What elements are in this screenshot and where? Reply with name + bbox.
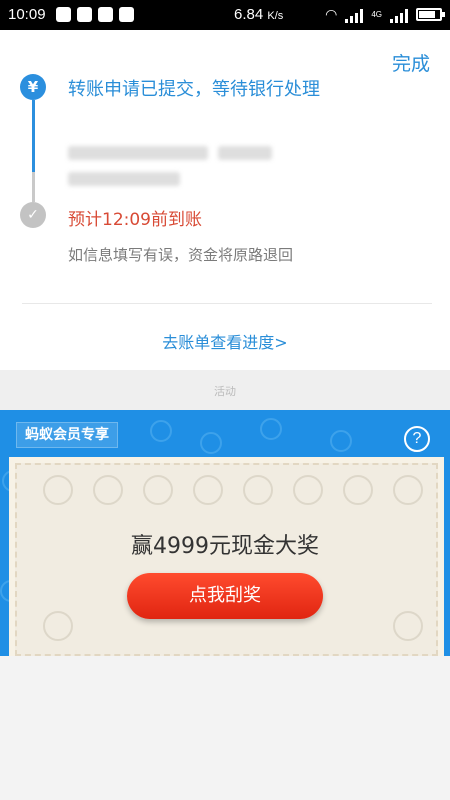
battery-icon: [416, 8, 445, 21]
status-bar: 10:09 6.84 K/s ◠ 4G: [0, 0, 450, 30]
banner-decor-icon: [200, 432, 222, 454]
timeline-line-pending: [32, 172, 35, 202]
coin-pattern-icon: [393, 611, 423, 641]
signal-icon: [345, 7, 364, 23]
banner-decor-icon: [260, 418, 282, 440]
timeline-line-active: [32, 100, 35, 172]
blurred-account-info-2: [218, 146, 272, 160]
network-type: 4G: [371, 10, 382, 19]
coin-pattern-icon: [43, 475, 73, 505]
help-icon[interactable]: ?: [404, 426, 430, 452]
blurred-account-info: [68, 146, 208, 160]
view-progress-link[interactable]: 去账单查看进度>: [0, 329, 450, 353]
coin-pattern-icon: [393, 475, 423, 505]
wifi-icon: ◠: [325, 6, 338, 22]
banner-decor-icon: [150, 420, 172, 442]
yuan-notification-icon: [56, 7, 71, 22]
app-notification-icon: [77, 7, 92, 22]
coin-pattern-icon: [343, 475, 373, 505]
yuan-icon: ¥: [20, 74, 46, 100]
coin-pattern-icon: [293, 475, 323, 505]
mail-notification-icon: [98, 7, 113, 22]
settings-notification-icon: [119, 7, 134, 22]
member-exclusive-tag: 蚂蚁会员专享: [16, 422, 118, 448]
blurred-account-info-3: [68, 172, 180, 186]
coin-pattern-icon: [143, 475, 173, 505]
check-icon: ✓: [20, 202, 46, 228]
activity-section-label: 活动: [214, 385, 236, 398]
bottom-empty-area: [0, 656, 450, 800]
coin-pattern-icon: [243, 475, 273, 505]
divider: [22, 303, 432, 304]
transfer-submitted-status: 转账申请已提交，等待银行处理: [68, 79, 320, 100]
prize-text: 赢4999元现金大奖: [131, 534, 319, 559]
signal-icon-2: [390, 7, 408, 23]
coin-pattern-icon: [43, 611, 73, 641]
notification-icons: [56, 7, 134, 22]
coin-pattern-icon: [193, 475, 223, 505]
network-speed: 6.84 K/s: [234, 6, 284, 23]
speed-unit: K/s: [267, 10, 284, 22]
done-button[interactable]: 完成: [392, 49, 430, 76]
status-time: 10:09: [8, 6, 46, 23]
banner-decor-icon: [330, 430, 352, 452]
scratch-prize-button[interactable]: 点我刮奖: [127, 573, 323, 619]
promo-banner[interactable]: 蚂蚁会员专享 ? 赢4999元现金大奖 点我刮奖: [0, 410, 450, 656]
coin-pattern-icon: [93, 475, 123, 505]
estimated-arrival-time: 预计12:09前到账: [68, 210, 202, 230]
refund-note: 如信息填写有误，资金将原路退回: [68, 246, 294, 264]
